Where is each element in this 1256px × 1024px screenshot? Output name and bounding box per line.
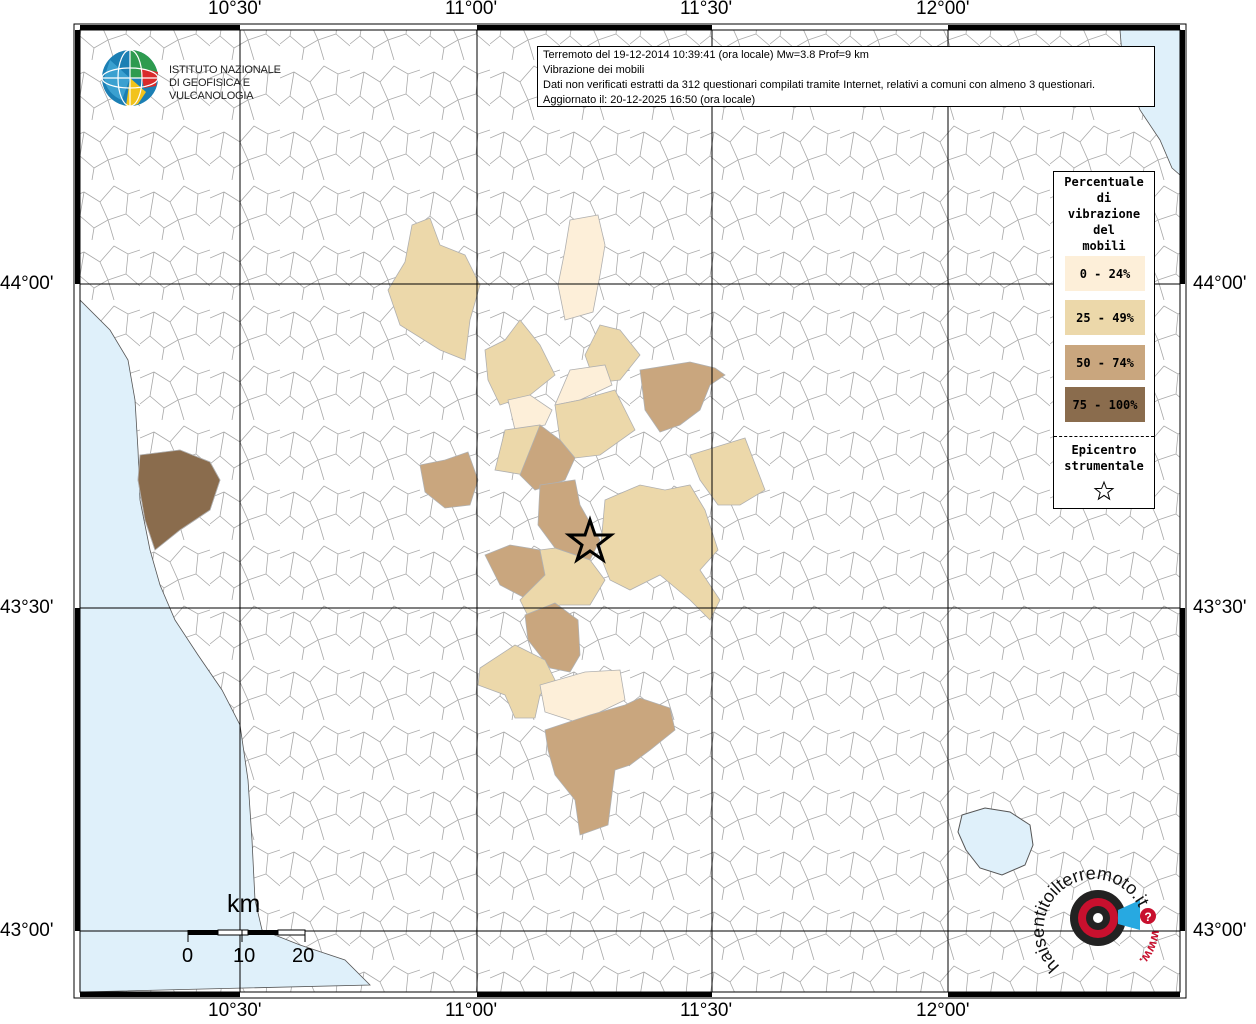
watermark-www: www. <box>1136 928 1164 968</box>
lon-label-top: 11°00' <box>445 0 498 19</box>
legend: Percentuale di vibrazione del mobili 0 -… <box>1053 171 1155 509</box>
scale-bar: km 0 10 20 <box>182 890 325 975</box>
legend-divider <box>1054 436 1154 437</box>
lon-label-bottom: 10°30' <box>208 1000 262 1021</box>
lat-label-left: 44°00' <box>0 273 54 294</box>
legend-epicenter-label: Epicentro strumentale <box>1054 442 1154 474</box>
scale-tick: 20 <box>292 945 315 967</box>
star-icon <box>1093 480 1115 501</box>
event-subtitle: Vibrazione dei mobili <box>543 64 645 76</box>
map-body <box>80 30 1180 992</box>
lat-label-right: 44°00' <box>1193 273 1247 294</box>
lon-label-top: 11°30' <box>680 0 733 19</box>
event-data-note: Dati non verificati estratti da 312 ques… <box>543 79 1096 91</box>
legend-title-line: di <box>1096 191 1112 205</box>
lon-label-top: 12°00' <box>916 0 970 19</box>
lat-label-left: 43°00' <box>0 920 54 941</box>
lon-label-bottom: 11°30' <box>680 1000 733 1021</box>
lat-label-right: 43°30' <box>1193 597 1247 618</box>
ingv-logo: ISTITUTO NAZIONALE DI GEOFISICA E VULCAN… <box>100 48 320 108</box>
scale-unit: km <box>227 890 261 918</box>
legend-title-line: vibrazione <box>1067 207 1141 221</box>
globe-icon <box>101 49 159 107</box>
ingv-name-line2: DI GEOFISICA E VULCANOLOGIA <box>169 77 254 102</box>
legend-swatch: 50 - 74% <box>1065 345 1145 380</box>
legend-title-line: del <box>1093 223 1115 237</box>
lon-label-bottom: 12°00' <box>916 1000 970 1021</box>
event-info-box: Terremoto del 19-12-2014 10:39:41 (ora l… <box>537 46 1155 107</box>
haisentito-emblem: ? haisentitoilterremoto.it www. <box>1028 863 1165 977</box>
lon-label-bottom: 11°00' <box>445 1000 498 1021</box>
lat-label-left: 43°30' <box>0 597 54 618</box>
legend-title-line: mobili <box>1082 239 1126 253</box>
event-title: Terremoto del 19-12-2014 10:39:41 (ora l… <box>543 49 869 61</box>
ingv-name: ISTITUTO NAZIONALE DI GEOFISICA E VULCAN… <box>169 64 320 103</box>
legend-epicenter-line: Epicentro <box>1071 443 1137 457</box>
legend-epicenter-line: strumentale <box>1064 459 1144 473</box>
lat-label-right: 43°00' <box>1193 920 1247 941</box>
scale-tick: 10 <box>233 945 256 967</box>
legend-swatch: 25 - 49% <box>1065 300 1145 335</box>
legend-swatch: 75 - 100% <box>1065 387 1145 422</box>
question-mark: ? <box>1144 910 1151 924</box>
ingv-name-line1: ISTITUTO NAZIONALE <box>169 64 281 76</box>
watermark-www-path: www. <box>1136 928 1164 968</box>
haisentito-logo: ? haisentitoilterremoto.it www. <box>1028 858 1170 988</box>
event-updated: Aggiornato il: 20-12-2025 16:50 (ora loc… <box>543 94 756 106</box>
scale-tick: 0 <box>182 945 194 967</box>
lon-label-top: 10°30' <box>208 0 262 19</box>
legend-title: Percentuale di vibrazione del mobili <box>1054 174 1154 254</box>
legend-swatch: 0 - 24% <box>1065 256 1145 291</box>
legend-title-line: Percentuale <box>1064 175 1144 189</box>
